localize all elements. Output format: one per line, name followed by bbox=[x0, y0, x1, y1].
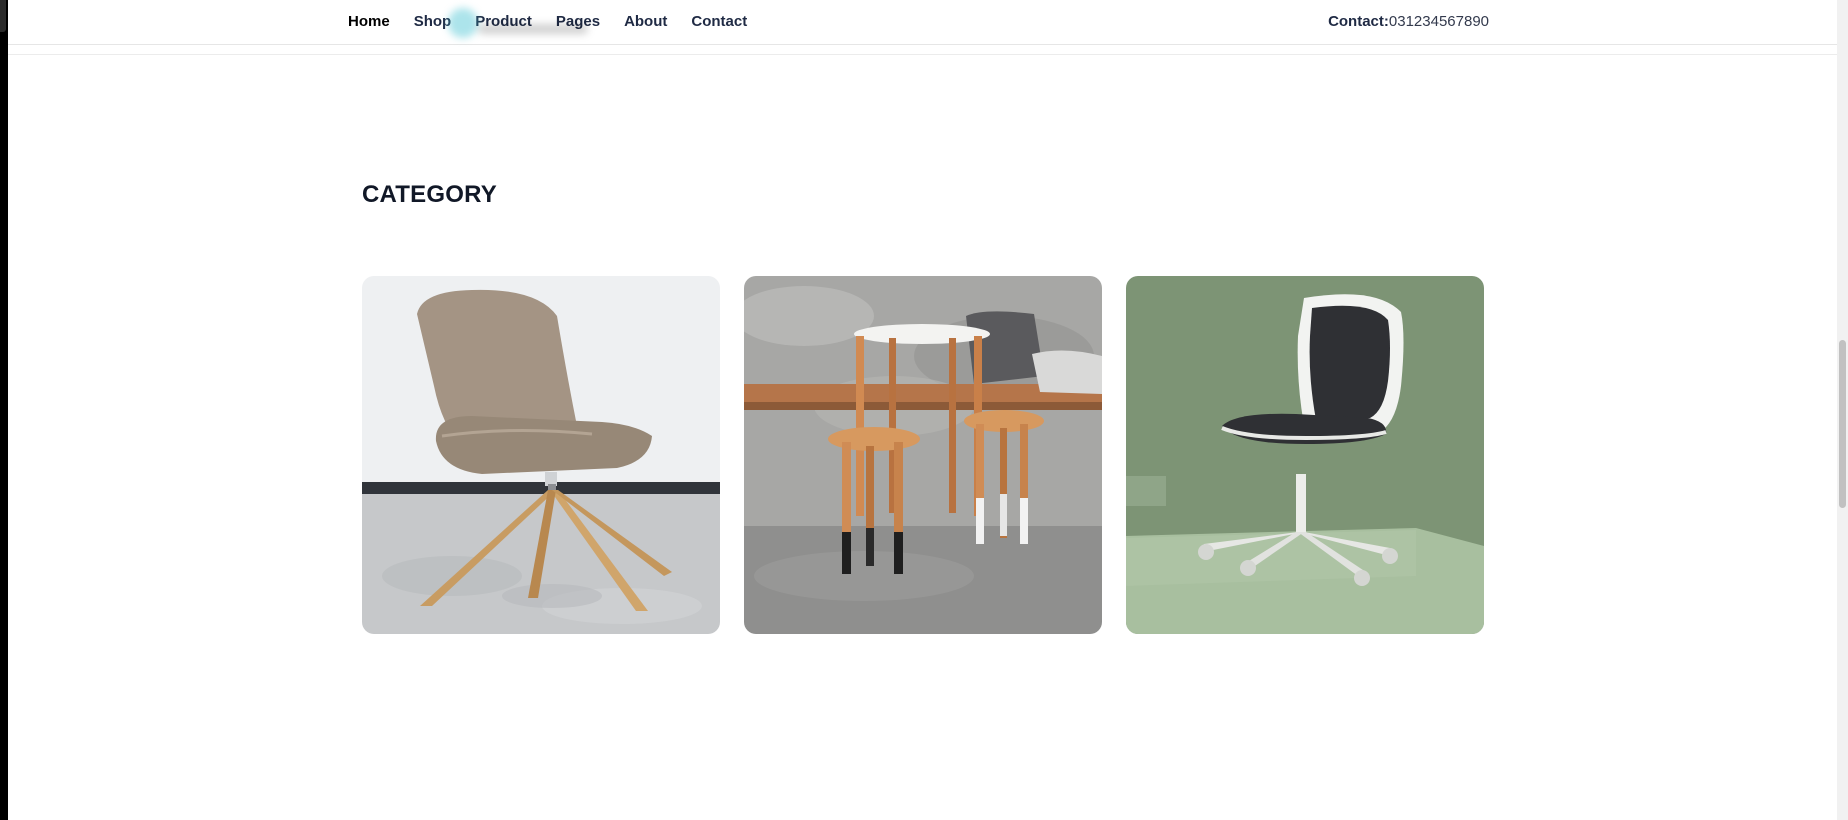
nav-contact[interactable]: Contact bbox=[691, 13, 747, 30]
nav-shop[interactable]: Shop bbox=[414, 13, 452, 30]
window-edge-tab bbox=[0, 0, 6, 32]
header-contact: Contact: 031234567890 bbox=[1328, 0, 1489, 42]
main-nav: Home Shop Product Pages About Contact bbox=[348, 0, 771, 42]
category-grid bbox=[362, 276, 1484, 634]
section-title: CATEGORY bbox=[362, 181, 497, 208]
contact-label: Contact: bbox=[1328, 12, 1389, 30]
window-left-edge bbox=[0, 0, 8, 820]
scrollbar-thumb[interactable] bbox=[1839, 340, 1846, 508]
nav-pages[interactable]: Pages bbox=[556, 13, 600, 30]
nav-about[interactable]: About bbox=[624, 13, 667, 30]
stools-image bbox=[744, 276, 1102, 634]
page-scrollbar[interactable] bbox=[1837, 0, 1848, 820]
lounge-chair-image bbox=[362, 276, 720, 634]
contact-phone[interactable]: 031234567890 bbox=[1389, 13, 1489, 30]
site-header: Home Shop Product Pages About Contact Co… bbox=[8, 0, 1837, 45]
office-chair-image bbox=[1126, 276, 1484, 634]
nav-product[interactable]: Product bbox=[475, 13, 532, 30]
category-card-office-chair[interactable] bbox=[1126, 276, 1484, 634]
nav-home[interactable]: Home bbox=[348, 13, 390, 30]
header-divider bbox=[8, 54, 1837, 55]
category-card-stools[interactable] bbox=[744, 276, 1102, 634]
category-card-lounge-chair[interactable] bbox=[362, 276, 720, 634]
